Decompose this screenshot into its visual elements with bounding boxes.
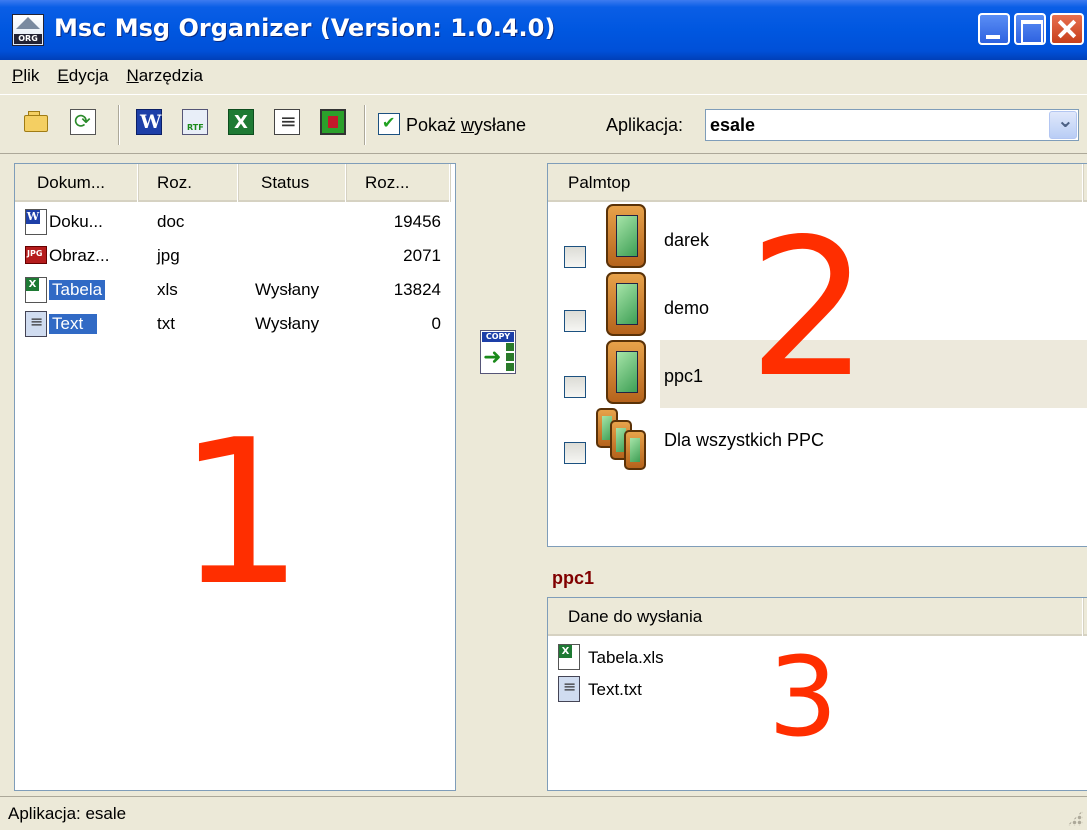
documents-list[interactable]: Dokum... Roz. Status Roz... Doku... doc … <box>14 163 456 791</box>
rtf-icon[interactable] <box>182 109 208 135</box>
doc-extension: txt <box>157 314 175 333</box>
chevron-down-icon[interactable] <box>1049 108 1077 139</box>
pocket-pc-icon <box>606 272 646 336</box>
doc-extension: jpg <box>157 246 180 265</box>
refresh-icon[interactable] <box>70 109 96 135</box>
data-to-send-list[interactable]: Dane do wysłania Tabela.xls Text.txt 3 <box>547 597 1087 791</box>
toolbar-separator <box>118 105 120 145</box>
palmtop-label: Dla wszystkich PPC <box>664 430 825 450</box>
palmtop-checkbox[interactable] <box>564 310 586 332</box>
doc-name: Text <box>49 314 98 334</box>
arrow-right-icon: ➜ <box>483 345 502 370</box>
application-select-value: esale <box>710 115 756 135</box>
menu-bar: Plik Edycja Narzędzia <box>0 60 1087 92</box>
show-sent-label[interactable]: Pokaż wysłane <box>406 115 526 136</box>
all-pocket-pcs-icon <box>596 408 656 478</box>
status-bar: Aplikacja: esale <box>0 796 1087 830</box>
title-bar[interactable]: ORG Msc Msg Organizer (Version: 1.0.4.0) <box>0 0 1087 60</box>
doc-name: Doku... <box>49 212 103 231</box>
data-item-label: Tabela.xls <box>588 648 664 667</box>
selected-palmtop-title: ppc1 <box>552 568 595 588</box>
jpg-image-icon <box>25 246 47 264</box>
excel-document-icon <box>25 277 47 303</box>
pocket-pc-icon <box>606 340 646 404</box>
table-row[interactable]: Doku... doc 19456 <box>15 206 455 240</box>
menu-narzedzia[interactable]: Narzędzia <box>124 64 205 88</box>
palmtop-checkbox[interactable] <box>564 376 586 398</box>
doc-status: Wysłany <box>255 314 320 333</box>
palmtop-list[interactable]: Palmtop darek demo ppc1 Dla wszystkich P… <box>547 163 1087 547</box>
maximize-button[interactable] <box>1014 13 1046 45</box>
overlay-number-2: 2 <box>748 198 869 419</box>
palmtop-label: demo <box>664 298 710 318</box>
word-icon[interactable] <box>136 109 162 135</box>
selected-row-highlight <box>660 340 1087 408</box>
overlay-number-3: 3 <box>768 633 838 761</box>
table-row[interactable]: Text txt Wysłany 0 <box>15 308 455 342</box>
doc-size: 0 <box>431 314 441 333</box>
window-title: Msc Msg Organizer (Version: 1.0.4.0) <box>54 14 556 42</box>
status-text: Aplikacja: esale <box>8 804 127 823</box>
copy-button[interactable]: COPY ➜ <box>480 330 516 374</box>
data-item-label: Text.txt <box>588 680 642 699</box>
doc-size: 13824 <box>393 280 441 299</box>
column-header-status[interactable]: Status <box>239 164 347 202</box>
column-header-document[interactable]: Dokum... <box>15 164 139 202</box>
table-row[interactable]: Tabela xls Wysłany 13824 <box>15 274 455 308</box>
application-label: Aplikacja: <box>606 115 684 135</box>
app-logo-icon: ORG <box>12 14 44 46</box>
doc-status: Wysłany <box>255 280 320 299</box>
word-document-icon <box>25 209 47 235</box>
app-window: ORG Msc Msg Organizer (Version: 1.0.4.0)… <box>0 0 1087 830</box>
palmtop-checkbox[interactable] <box>564 246 586 268</box>
close-button[interactable] <box>1050 13 1084 45</box>
toolbar-separator <box>364 105 366 145</box>
doc-extension: doc <box>157 212 185 231</box>
doc-extension: xls <box>157 280 178 299</box>
data-list-header: Dane do wysłania <box>548 598 1087 636</box>
column-header-palmtop[interactable]: Palmtop <box>548 164 1084 202</box>
palmtop-checkbox[interactable] <box>564 442 586 464</box>
documents-list-header: Dokum... Roz. Status Roz... <box>15 164 451 202</box>
minimize-button[interactable] <box>978 13 1010 45</box>
doc-name: Tabela <box>49 280 106 300</box>
table-row[interactable]: Obraz... jpg 2071 <box>15 240 455 274</box>
menu-plik[interactable]: Plik <box>10 64 41 88</box>
text-document-icon <box>558 676 580 702</box>
column-header-size[interactable]: Roz... <box>347 164 451 202</box>
palmtop-label: darek <box>664 230 710 250</box>
excel-document-icon <box>558 644 580 670</box>
toolbar: Pokaż wysłane Aplikacja: esale <box>0 94 1087 154</box>
resize-grip-icon[interactable] <box>1067 810 1083 826</box>
overlay-number-1: 1 <box>177 397 305 630</box>
text-document-icon <box>25 311 47 337</box>
notepad-icon[interactable] <box>274 109 300 135</box>
menu-edycja[interactable]: Edycja <box>55 64 110 88</box>
doc-name: Obraz... <box>49 246 110 265</box>
pocket-pc-icon <box>606 204 646 268</box>
doc-size: 2071 <box>403 246 441 265</box>
doc-size: 19456 <box>393 212 441 231</box>
palmtop-list-header: Palmtop <box>548 164 1087 202</box>
excel-icon[interactable] <box>228 109 254 135</box>
application-select[interactable]: esale <box>705 108 1079 141</box>
image-icon[interactable] <box>320 109 346 135</box>
palmtop-label: ppc1 <box>664 366 704 386</box>
show-sent-checkbox[interactable] <box>378 113 400 135</box>
column-header-data[interactable]: Dane do wysłania <box>548 598 1084 636</box>
column-header-extension[interactable]: Roz. <box>139 164 239 202</box>
checklist-icon <box>506 343 514 371</box>
open-folder-icon[interactable] <box>24 109 50 135</box>
